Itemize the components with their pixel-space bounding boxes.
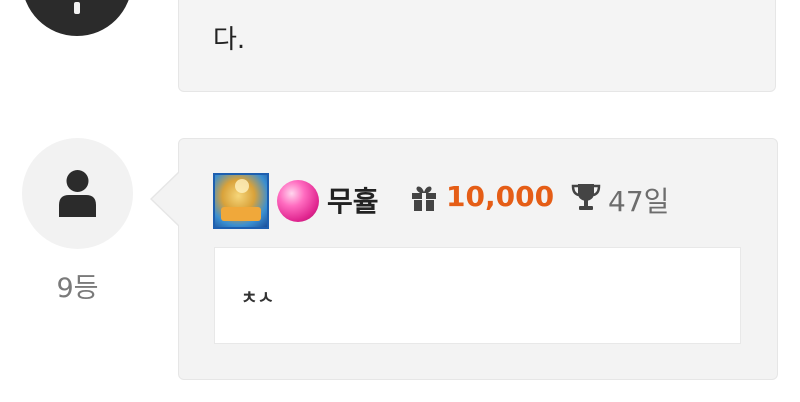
membership-days: 47일 [608, 185, 670, 218]
person-silhouette-icon [59, 170, 96, 217]
gift-icon [412, 186, 436, 211]
previous-comment-bubble: 다. [178, 0, 776, 92]
bubble-tail [152, 172, 180, 226]
commenter-rank: 9등 [56, 273, 99, 304]
commenter-username[interactable]: 무휼 [327, 180, 379, 220]
commenter-avatar[interactable] [22, 138, 133, 249]
pink-gem-icon [277, 180, 319, 222]
avatar-silhouette-fragment [74, 2, 80, 14]
commenter-points: 10,000 [446, 180, 555, 213]
comment-content-box: ㅊㅅ [214, 247, 741, 344]
previous-commenter-avatar[interactable] [22, 0, 132, 36]
comment-content-text: ㅊㅅ [241, 288, 275, 309]
level-badge-icon [213, 173, 269, 229]
previous-comment-text: 다. [213, 25, 246, 55]
trophy-icon [571, 184, 601, 210]
